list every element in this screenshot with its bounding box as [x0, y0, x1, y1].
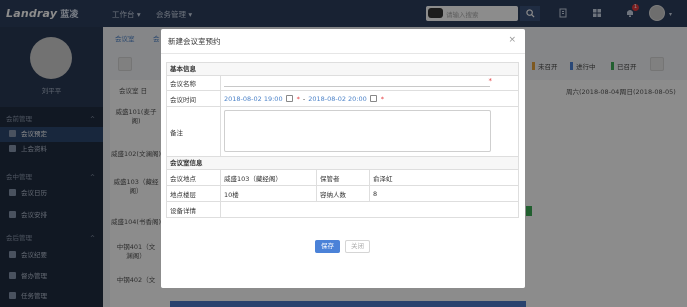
required-mark: *: [488, 77, 493, 85]
floor-value: 10楼: [224, 190, 239, 199]
row-meeting-time: 会议时间 2018-08-02 19:00 * - 2018-08-02 20:…: [167, 91, 518, 107]
close-icon[interactable]: ×: [508, 35, 516, 45]
location-label: 会议地点: [167, 170, 221, 185]
required-mark: *: [296, 94, 300, 103]
meeting-name-field[interactable]: *: [221, 76, 518, 90]
meeting-time-label: 会议时间: [167, 91, 221, 106]
row-remarks: 备注: [167, 107, 518, 157]
meeting-time-field: 2018-08-02 19:00 * - 2018-08-02 20:00 *: [221, 91, 518, 106]
section-basic-info: 基本信息: [167, 63, 518, 76]
equipment-value: [221, 202, 518, 217]
calendar-icon[interactable]: [369, 95, 377, 102]
floor-label: 地点楼层: [167, 186, 221, 201]
booking-form: 基本信息 会议名称 * 会议时间 2018-08-02 19:00 * - 20…: [166, 62, 519, 218]
required-mark: *: [380, 94, 385, 103]
capacity-label: 容纳人数: [316, 186, 370, 201]
location-value: 威盛103（藏经阁）: [224, 174, 282, 183]
meeting-name-label: 会议名称: [167, 76, 221, 90]
new-booking-dialog: 新建会议室预约 × 基本信息 会议名称 * 会议时间 2018-08-02 19…: [161, 29, 525, 288]
capacity-value: 8: [373, 189, 378, 198]
close-button[interactable]: 关闭: [345, 240, 370, 253]
save-button[interactable]: 保存: [315, 240, 340, 253]
divider: [161, 53, 525, 54]
calendar-icon[interactable]: [285, 95, 293, 102]
remarks-label: 备注: [167, 107, 221, 156]
row-equipment: 设备详情: [167, 202, 518, 217]
row-meeting-name: 会议名称 *: [167, 76, 518, 91]
dialog-title: 新建会议室预约: [168, 37, 221, 46]
remarks-textarea[interactable]: [224, 110, 491, 152]
start-time-input[interactable]: 2018-08-02 19:00: [224, 95, 283, 103]
meeting-name-input[interactable]: [224, 86, 490, 87]
time-separator: -: [302, 94, 306, 103]
remarks-field: [221, 107, 518, 156]
row-floor: 地点楼层 10楼 容纳人数 8: [167, 186, 518, 202]
keeper-label: 保管者: [316, 170, 370, 185]
row-location: 会议地点 威盛103（藏经阁） 保管者 俞泽虹: [167, 170, 518, 186]
equipment-label: 设备详情: [167, 202, 221, 217]
section-room-info: 会议室信息: [167, 157, 518, 170]
end-time-input[interactable]: 2018-08-02 20:00: [308, 95, 367, 103]
keeper-value: 俞泽虹: [373, 174, 393, 183]
